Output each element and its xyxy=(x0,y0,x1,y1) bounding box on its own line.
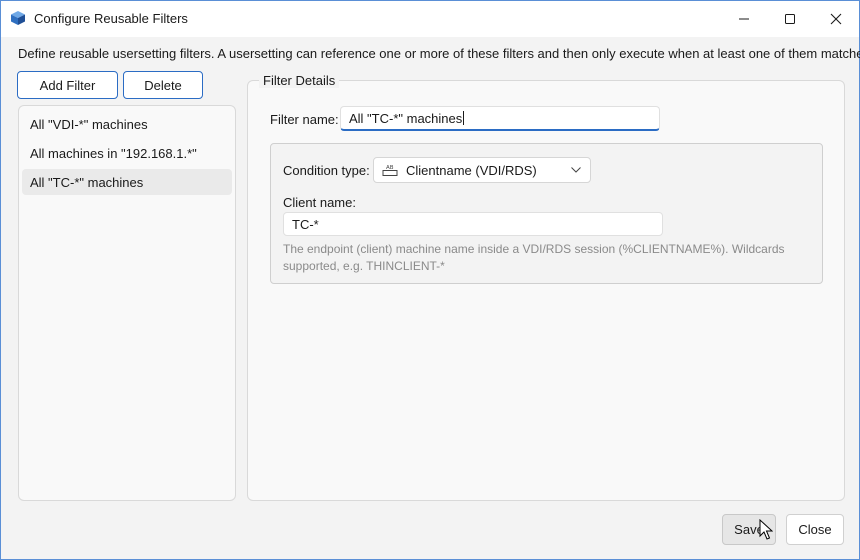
chevron-down-icon xyxy=(571,167,581,173)
close-button[interactable]: Close xyxy=(786,514,844,545)
minimize-icon xyxy=(739,18,749,20)
minimize-button[interactable] xyxy=(721,1,767,37)
client-name-input[interactable]: TC-* xyxy=(283,212,663,236)
condition-type-value: Clientname (VDI/RDS) xyxy=(406,163,537,178)
title-bar: Configure Reusable Filters xyxy=(1,1,859,37)
filter-list-item[interactable]: All "VDI-*" machines xyxy=(22,111,232,137)
delete-button[interactable]: Delete xyxy=(123,71,203,99)
ab-textfield-icon: AB xyxy=(382,165,398,176)
cube-icon xyxy=(11,11,25,25)
filter-list[interactable]: All "VDI-*" machines All machines in "19… xyxy=(18,105,236,501)
close-icon xyxy=(830,13,842,25)
maximize-icon xyxy=(785,14,795,24)
window-title: Configure Reusable Filters xyxy=(34,11,188,26)
condition-type-dropdown[interactable]: AB Clientname (VDI/RDS) xyxy=(373,157,591,183)
filter-details-legend: Filter Details xyxy=(259,73,340,88)
filter-name-input[interactable]: All "TC-*" machines xyxy=(340,106,660,131)
filter-list-item-selected[interactable]: All "TC-*" machines xyxy=(22,169,232,195)
text-caret xyxy=(463,111,465,125)
client-name-value: TC-* xyxy=(292,216,319,232)
close-window-button[interactable] xyxy=(813,1,859,37)
dialog-description: Define reusable usersetting filters. A u… xyxy=(18,46,860,61)
filter-list-item-label: All "VDI-*" machines xyxy=(30,116,148,132)
maximize-button[interactable] xyxy=(767,1,813,37)
mouse-pointer-icon xyxy=(759,519,773,540)
filter-list-item-label: All "TC-*" machines xyxy=(30,174,144,190)
dialog-window: Configure Reusable Filters Define reusab… xyxy=(0,0,860,560)
condition-type-label: Condition type: xyxy=(283,163,370,178)
filter-name-value: All "TC-*" machines xyxy=(349,110,463,126)
client-name-label: Client name: xyxy=(283,195,356,210)
filter-list-item-label: All machines in "192.168.1.*" xyxy=(30,145,197,161)
filter-name-label: Filter name: xyxy=(270,112,339,127)
filter-list-item[interactable]: All machines in "192.168.1.*" xyxy=(22,140,232,166)
client-name-hint: The endpoint (client) machine name insid… xyxy=(283,242,785,273)
add-filter-button[interactable]: Add Filter xyxy=(17,71,118,99)
